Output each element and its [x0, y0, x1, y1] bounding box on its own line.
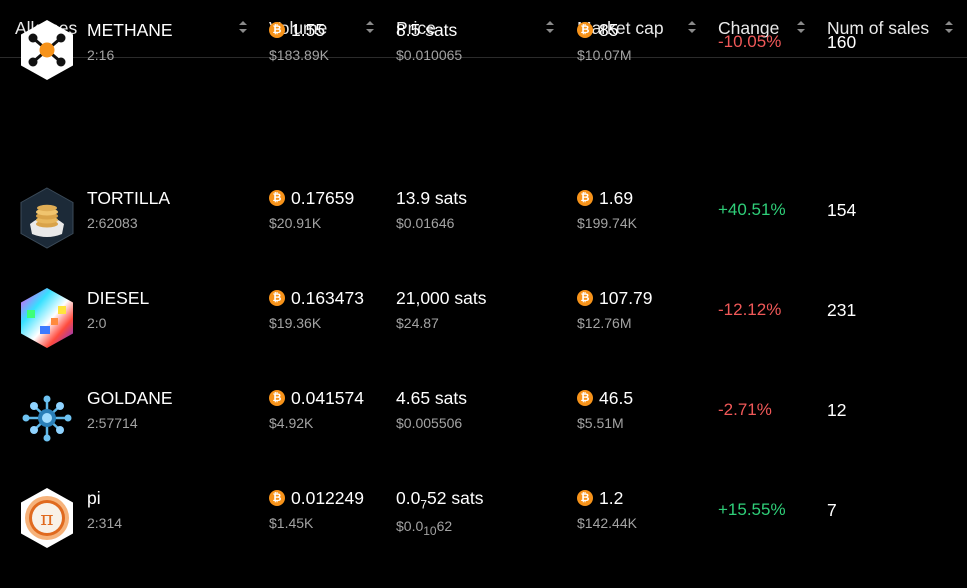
price-cell: 13.9 sats $0.01646: [396, 188, 467, 231]
token-name[interactable]: GOLDANE: [87, 388, 173, 409]
num-sales-value: 12: [827, 400, 847, 420]
token-id: 2:16: [87, 47, 115, 63]
change-value: -2.71%: [718, 400, 772, 419]
volume-usd: $1.45K: [269, 515, 314, 531]
table-row[interactable]: TORTILLA 2:62083 0.17659 $20.91K 13.9 sa…: [0, 186, 967, 288]
price-sats: 13.9 sats: [396, 188, 468, 208]
market-cap-cell: 85 $10.07M: [577, 20, 631, 63]
price-cell: 8.5 sats $0.010065: [396, 20, 462, 63]
volume-usd: $20.91K: [269, 215, 322, 231]
bitcoin-icon: [577, 22, 593, 38]
volume-btc: 0.17659: [291, 188, 355, 208]
change-value: +15.55%: [718, 500, 786, 519]
price-sats: 0.0752 sats: [396, 488, 483, 512]
market-cap-cell: 1.2 $142.44K: [577, 488, 637, 531]
market-cap-btc: 1.2: [599, 488, 624, 508]
volume-cell: 0.012249 $1.45K: [269, 488, 364, 531]
token-name[interactable]: DIESEL: [87, 288, 149, 309]
price-suffix: 52 sats: [427, 488, 484, 508]
market-cap-cell: 107.79 $12.76M: [577, 288, 653, 331]
svg-text:π: π: [40, 506, 53, 530]
volume-cell: 0.041574 $4.92K: [269, 388, 364, 431]
bitcoin-icon: [269, 490, 285, 506]
token-id: 2:314: [87, 515, 123, 531]
price-sats: 21,000 sats: [396, 288, 487, 308]
price-cell: 4.65 sats $0.005506: [396, 388, 467, 431]
market-cap-usd: $142.44K: [577, 515, 637, 531]
token-name[interactable]: TORTILLA: [87, 188, 170, 209]
bitcoin-icon: [269, 22, 285, 38]
price-usd-suffix: 62: [436, 517, 453, 534]
token-cell[interactable]: pi 2:314: [87, 488, 122, 531]
volume-btc: 1.55: [291, 20, 326, 40]
diesel-rainbow-icon: [18, 286, 76, 350]
market-cap-btc: 1.69: [599, 188, 634, 208]
market-cap-cell: 1.69 $199.74K: [577, 188, 637, 231]
bitcoin-icon: [577, 390, 593, 406]
token-cell[interactable]: GOLDANE 2:57714: [87, 388, 173, 431]
num-sales-value: 231: [827, 300, 857, 320]
bitcoin-icon: [577, 490, 593, 506]
change-value: +40.51%: [718, 200, 786, 219]
change-value: -12.12%: [718, 300, 782, 319]
table-row[interactable]: GOLDANE 2:57714 0.041574 $4.92K 4.65 sat…: [0, 388, 967, 488]
goldane-molecule-icon: [18, 386, 76, 450]
market-cap-btc: 85: [599, 20, 619, 40]
price-prefix: 0.0: [396, 488, 421, 508]
methane-molecule-icon: [18, 18, 76, 82]
bitcoin-icon: [269, 390, 285, 406]
token-id: 2:57714: [87, 415, 138, 431]
market-cap-btc: 46.5: [599, 388, 634, 408]
volume-cell: 0.163473 $19.36K: [269, 288, 364, 331]
price-usd: $0.01062: [396, 518, 483, 538]
token-cell[interactable]: METHANE 2:16: [87, 20, 173, 63]
token-name[interactable]: pi: [87, 488, 122, 509]
volume-usd: $19.36K: [269, 315, 322, 331]
token-cell[interactable]: TORTILLA 2:62083: [87, 188, 170, 231]
price-usd: $0.01646: [396, 215, 455, 231]
volume-cell: 1.55 $183.89K: [269, 20, 329, 63]
table-row[interactable]: DIESEL 2:0 0.163473 $19.36K 21,000 sats …: [0, 288, 967, 388]
volume-btc: 0.012249: [291, 488, 364, 508]
table-row[interactable]: π pi 2:314 0.012249 $1.45K 0.0752 sats $…: [0, 488, 967, 588]
token-id: 2:0: [87, 315, 107, 331]
price-usd-zero-count: 10: [423, 523, 437, 538]
num-sales-value: 7: [827, 500, 837, 520]
tortilla-stack-icon: [18, 186, 76, 250]
table-row[interactable]: METHANE 2:16 1.55 $183.89K 8.5 sats $0.0…: [0, 20, 967, 120]
price-sats: 4.65 sats: [396, 388, 468, 408]
market-cap-usd: $12.76M: [577, 315, 632, 331]
change-value: -10.05%: [718, 32, 782, 51]
price-cell: 0.0752 sats $0.01062: [396, 488, 483, 537]
market-cap-usd: $199.74K: [577, 215, 637, 231]
volume-cell: 0.17659 $20.91K: [269, 188, 354, 231]
market-cap-usd: $5.51M: [577, 415, 624, 431]
bitcoin-icon: [577, 290, 593, 306]
market-cap-usd: $10.07M: [577, 47, 632, 63]
volume-btc: 0.041574: [291, 388, 364, 408]
price-usd: $0.005506: [396, 415, 463, 431]
price-usd-prefix: $0.0: [396, 517, 424, 534]
price-sats: 8.5 sats: [396, 20, 458, 40]
price-usd: $0.010065: [396, 47, 463, 63]
token-cell[interactable]: DIESEL 2:0: [87, 288, 149, 331]
bitcoin-icon: [269, 190, 285, 206]
price-usd: $24.87: [396, 315, 439, 331]
market-cap-cell: 46.5 $5.51M: [577, 388, 633, 431]
bitcoin-icon: [269, 290, 285, 306]
bitcoin-icon: [577, 190, 593, 206]
pi-symbol-icon: π: [18, 486, 76, 550]
token-name[interactable]: METHANE: [87, 20, 173, 41]
price-zero-count: 7: [420, 497, 428, 512]
price-cell: 21,000 sats $24.87: [396, 288, 486, 331]
market-cap-btc: 107.79: [599, 288, 653, 308]
volume-btc: 0.163473: [291, 288, 364, 308]
volume-usd: $183.89K: [269, 47, 329, 63]
num-sales-value: 154: [827, 200, 857, 220]
num-sales-value: 160: [827, 32, 857, 52]
alkanes-table: Alkanes Volume Price Market cap Change: [0, 0, 967, 548]
token-id: 2:62083: [87, 215, 138, 231]
volume-usd: $4.92K: [269, 415, 314, 431]
